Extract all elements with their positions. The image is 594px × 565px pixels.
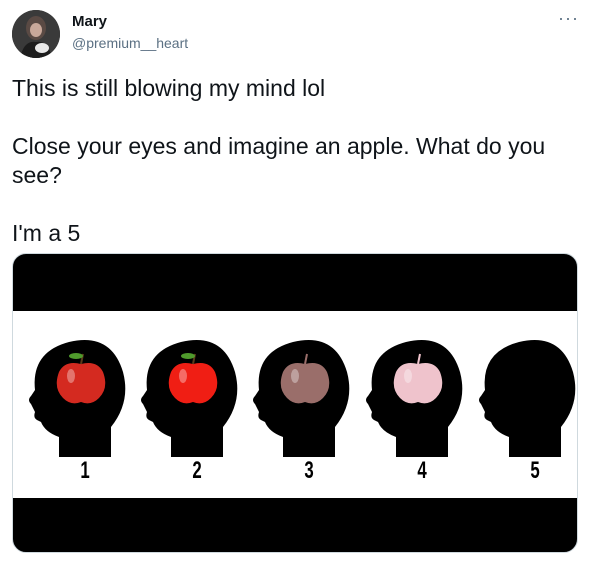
scale-label: 4 [417,457,427,484]
head-silhouette [29,340,126,457]
scale-label: 2 [192,457,202,484]
tweet-image[interactable]: 1 2 3 4 5 [12,253,578,553]
head-silhouette [253,340,350,457]
tweet-line: This is still blowing my mind lol [12,75,326,101]
scale-label: 3 [304,457,314,484]
avatar[interactable] [12,10,60,58]
head-silhouette [141,340,238,457]
avatar-image [12,10,60,58]
tweet-line: I'm a 5 [12,220,81,246]
author-handle[interactable]: @premium__heart [72,35,188,51]
more-horizontal-icon[interactable]: ··· [558,8,579,29]
head-silhouette [366,340,463,457]
scale-label: 1 [80,457,90,484]
scale-label: 5 [530,457,540,484]
author-name[interactable]: Mary [72,13,107,30]
head-silhouette [479,340,576,457]
tweet-line: Close your eyes and imagine an apple. Wh… [12,133,546,188]
tweet-text: This is still blowing my mind lol Close … [12,74,572,248]
